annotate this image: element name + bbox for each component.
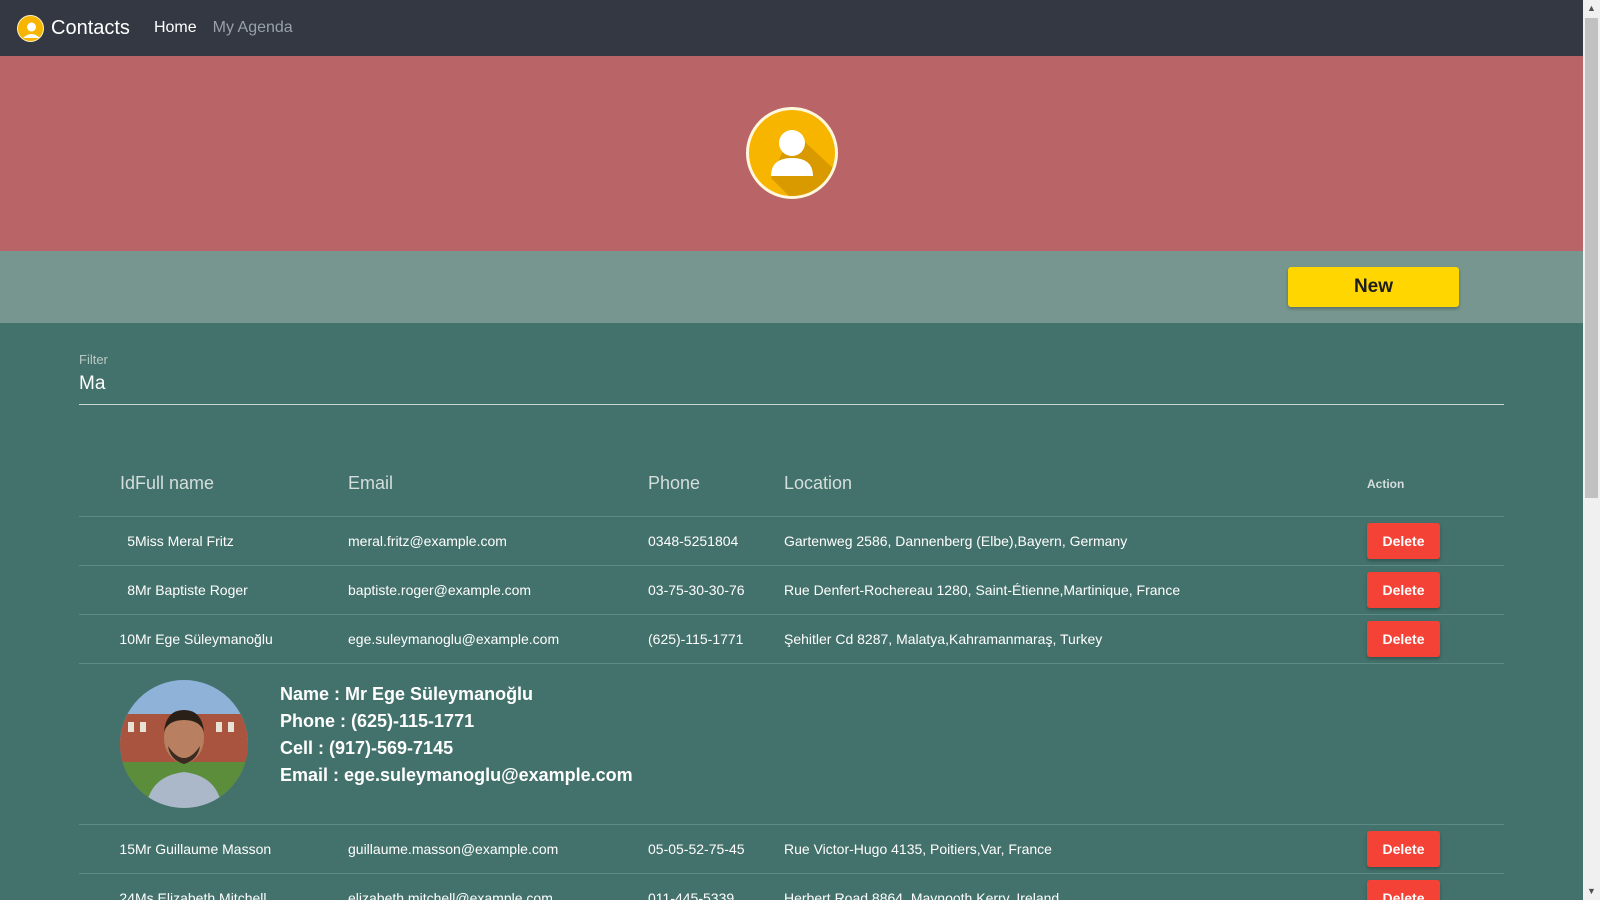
vertical-scrollbar[interactable]: ▲ ▼ [1583,0,1600,900]
scroll-down-icon[interactable]: ▼ [1583,883,1600,900]
cell-action: Delete [1367,880,1504,900]
cell-id-value: 15 [119,841,135,857]
cell-id: 8 [79,582,135,598]
cell-phone: 0348-5251804 [648,533,739,549]
cell-email: elizabeth.mitchell@example.com [348,890,553,900]
cell-location: Rue Denfert-Rochereau 1280, Saint-Étienn… [784,582,1181,598]
cell-location: Herbert Road 8864, Maynooth,Kerry, Irela… [784,890,1060,900]
brand[interactable]: Contacts [17,14,130,42]
cell-action: Delete [1367,523,1504,559]
header-location: Location [784,473,853,493]
top-navbar: Contacts Home My Agenda [0,0,1583,56]
cell-action: Delete [1367,621,1504,657]
table-row[interactable]: 5 Miss Meral Fritz meral.fritz@example.c… [79,517,1504,566]
table-row[interactable]: 24 Ms Elizabeth Mitchell elizabeth.mitch… [79,874,1504,900]
contacts-table: Id Full name Email Phone Location Action… [79,451,1504,900]
hero-banner [0,56,1583,251]
brand-title: Contacts [51,16,130,39]
cell-id: 10 [79,631,135,647]
header-action: Action [1367,476,1405,491]
delete-button[interactable]: Delete [1367,880,1440,900]
filter-label: Filter [79,352,108,367]
cell-full-name: Ms Elizabeth Mitchell [135,890,267,900]
contact-details-text: Name : Mr Ege Süleymanoğlu Phone : (625)… [280,681,633,789]
cell-location: Rue Victor-Hugo 4135, Poitiers,Var, Fran… [784,841,1052,857]
cell-id: 15 [79,841,135,857]
scroll-up-icon[interactable]: ▲ [1583,0,1600,17]
details-name: Name : Mr Ege Süleymanoğlu [280,684,534,704]
delete-button[interactable]: Delete [1367,621,1440,657]
contact-details-panel: Name : Mr Ege Süleymanoğlu Phone : (625)… [79,664,1504,825]
details-phone: Phone : (625)-115-1771 [280,711,475,731]
cell-location: Gartenweg 2586, Dannenberg (Elbe),Bayern… [784,533,1128,549]
table-row[interactable]: 8 Mr Baptiste Roger baptiste.roger@examp… [79,566,1504,615]
delete-button[interactable]: Delete [1367,572,1440,608]
cell-id-value: 8 [127,582,135,598]
cell-email: meral.fritz@example.com [348,533,507,549]
cell-phone: 011-445-5339 [648,890,735,900]
cell-id: 5 [79,533,135,549]
table-row[interactable]: 10 Mr Ege Süleymanoğlu ege.suleymanoglu@… [79,615,1504,664]
new-contact-button[interactable]: New [1288,267,1459,307]
cell-phone: (625)-115-1771 [648,631,744,647]
header-full-name: Full name [135,473,215,493]
cell-full-name: Mr Guillaume Masson [135,841,272,857]
cell-full-name: Mr Ege Süleymanoğlu [135,631,273,647]
cell-action: Delete [1367,831,1504,867]
delete-button[interactable]: Delete [1367,831,1440,867]
filter-field: Filter [79,352,1504,405]
cell-id-value: 24 [119,890,135,900]
header-email: Email [348,473,394,493]
cell-phone: 05-05-52-75-45 [648,841,745,857]
person-avatar-icon [746,107,838,199]
delete-button[interactable]: Delete [1367,523,1440,559]
action-toolbar: New [0,251,1583,323]
contact-photo [120,680,248,808]
header-phone: Phone [648,473,701,493]
scrollbar-thumb[interactable] [1585,18,1598,498]
cell-id-value: 5 [127,533,135,549]
header-id-label: Id [119,473,135,493]
nav-link-my-agenda[interactable]: My Agenda [213,19,293,37]
cell-email: ege.suleymanoglu@example.com [348,631,560,647]
person-circle-icon [17,14,44,42]
cell-full-name: Miss Meral Fritz [135,533,234,549]
cell-email: baptiste.roger@example.com [348,582,532,598]
cell-action: Delete [1367,572,1504,608]
table-header: Id Full name Email Phone Location Action [79,451,1504,517]
nav-link-home[interactable]: Home [154,19,197,37]
filter-input[interactable] [79,367,1504,405]
details-email: Email : ege.suleymanoglu@example.com [280,765,633,785]
cell-location: Şehitler Cd 8287, Malatya,Kahramanmaraş,… [784,631,1103,647]
cell-id: 24 [79,890,135,900]
header-id: Id [79,473,135,494]
cell-id-value: 10 [119,631,135,647]
table-row[interactable]: 15 Mr Guillaume Masson guillaume.masson@… [79,825,1504,874]
cell-email: guillaume.masson@example.com [348,841,559,857]
cell-full-name: Mr Baptiste Roger [135,582,248,598]
cell-phone: 03-75-30-30-76 [648,582,745,598]
details-cell: Cell : (917)-569-7145 [280,738,454,758]
